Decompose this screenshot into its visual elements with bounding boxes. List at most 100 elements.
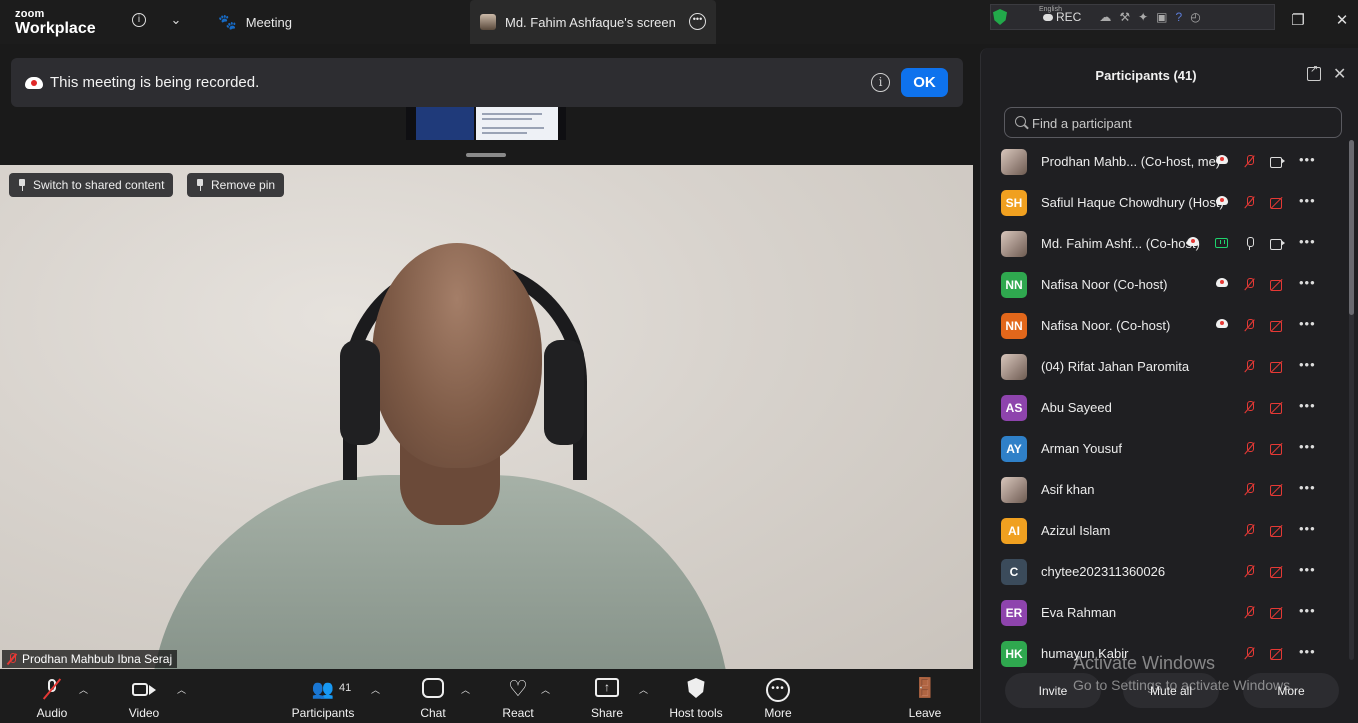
more-options-icon[interactable]: •••: [1299, 235, 1316, 248]
more-options-icon[interactable]: •••: [689, 13, 706, 30]
video-button[interactable]: Video: [122, 669, 166, 723]
participant-row[interactable]: Cchytee202311360026 •••: [1001, 551, 1331, 592]
participant-name: (04) Rifat Jahan Paromita: [1041, 359, 1190, 374]
recording-cloud-icon: [1216, 155, 1228, 164]
speaker-name-tag: Prodhan Mahbub Ibna Seraj: [2, 650, 178, 668]
avatar: C: [1001, 558, 1027, 585]
leave-button[interactable]: 🚪 Leave: [905, 669, 945, 723]
video-options-caret-icon[interactable]: ︿: [177, 683, 186, 696]
participant-row[interactable]: SH Safiul Haque Chowdhury (Host) •••: [1001, 182, 1331, 223]
more-options-icon[interactable]: •••: [1299, 276, 1316, 289]
mic-muted-icon: [1244, 606, 1256, 619]
shield-icon: [993, 9, 1007, 25]
ok-button[interactable]: OK: [901, 68, 948, 97]
more-options-icon[interactable]: •••: [1299, 358, 1316, 371]
panel-more-button[interactable]: More: [1243, 673, 1339, 708]
shield-icon: [687, 678, 705, 698]
chat-options-caret-icon[interactable]: ︿: [461, 683, 470, 696]
tab-shared-screen[interactable]: Md. Fahim Ashfaque's screen •••: [470, 0, 716, 44]
participants-button[interactable]: 👥 Participants: [288, 669, 358, 723]
mute-all-button[interactable]: Mute all: [1123, 673, 1219, 708]
participant-name: Nafisa Noor. (Co-host): [1041, 318, 1171, 333]
more-options-icon[interactable]: •••: [1299, 522, 1316, 535]
recording-cloud-icon: [1187, 237, 1199, 246]
participant-row[interactable]: AI Azizul Islam •••: [1001, 510, 1331, 551]
participants-count: 41: [339, 682, 352, 694]
participant-name: Abu Sayeed: [1041, 400, 1112, 415]
react-button[interactable]: ♡ React: [498, 669, 538, 723]
camera-off-icon: [1270, 444, 1285, 455]
share-options-caret-icon[interactable]: ︿: [639, 683, 648, 696]
participants-panel-footer: Invite Mute all More: [981, 673, 1358, 723]
camera-icon: [1270, 239, 1285, 250]
participant-list-scroll-thumb[interactable]: [1349, 140, 1354, 315]
more-button[interactable]: ••• More: [758, 669, 798, 723]
more-options-icon[interactable]: •••: [1299, 440, 1316, 453]
participant-row[interactable]: NN Nafisa Noor (Co-host) •••: [1001, 264, 1331, 305]
participant-name: Md. Fahim Ashf... (Co-host): [1041, 236, 1200, 251]
avatar: [480, 14, 496, 30]
participant-search[interactable]: [1004, 107, 1342, 138]
chevron-down-icon[interactable]: ⌄: [167, 11, 185, 29]
pinned-video[interactable]: [0, 165, 973, 669]
participant-row[interactable]: AY Arman Yousuf •••: [1001, 428, 1331, 469]
participant-row[interactable]: HK humayun Kabir •••: [1001, 633, 1331, 674]
participant-name: Nafisa Noor (Co-host): [1041, 277, 1168, 292]
mic-muted-icon: [1244, 278, 1256, 291]
more-options-icon[interactable]: •••: [1299, 604, 1316, 617]
camera-off-icon: [1270, 485, 1285, 496]
host-tools-button[interactable]: Host tools: [664, 669, 728, 723]
share-label: Share: [590, 706, 624, 720]
participant-row[interactable]: Md. Fahim Ashf... (Co-host) •••: [1001, 223, 1331, 264]
participants-options-caret-icon[interactable]: ︿: [371, 683, 380, 696]
more-options-icon[interactable]: •••: [1299, 153, 1316, 166]
close-icon[interactable]: ✕: [1333, 64, 1346, 84]
meeting-toolbar: Audio ︿ Video ︿ 👥 Participants 41 ︿ Chat: [0, 669, 980, 723]
mic-muted-icon: [1244, 401, 1256, 414]
audio-button[interactable]: Audio: [30, 669, 74, 723]
react-options-caret-icon[interactable]: ︿: [541, 683, 550, 696]
resize-drag-handle[interactable]: [466, 153, 506, 157]
camera-off-icon: [1270, 198, 1285, 209]
participant-list-scrollbar[interactable]: [1349, 140, 1354, 660]
sparkle-icon: ✦: [1138, 10, 1149, 24]
search-input[interactable]: [1032, 114, 1332, 132]
more-options-icon[interactable]: •••: [1299, 317, 1316, 330]
mic-muted-icon: [1244, 442, 1256, 455]
share-button[interactable]: ↑ Share: [587, 669, 627, 723]
participant-row[interactable]: ER Eva Rahman •••: [1001, 592, 1331, 633]
more-options-icon[interactable]: •••: [1299, 645, 1316, 658]
participant-row[interactable]: NN Nafisa Noor. (Co-host) •••: [1001, 305, 1331, 346]
pop-out-icon[interactable]: [1307, 64, 1321, 81]
zoom-meeting-window: zoom Workplace i ⌄ 🐾 Meeting Md. Fahim A…: [0, 0, 1358, 723]
more-options-icon[interactable]: •••: [1299, 563, 1316, 576]
switch-to-shared-content-button[interactable]: Switch to shared content: [9, 173, 174, 197]
participant-name: Eva Rahman: [1041, 605, 1117, 620]
speaker-name: Prodhan Mahbub Ibna Seraj: [22, 652, 173, 666]
close-window-icon[interactable]: ✕: [1333, 12, 1351, 30]
mic-muted-icon: [1244, 155, 1256, 168]
restore-window-icon[interactable]: ❐: [1289, 12, 1307, 30]
tab-meeting[interactable]: 🐾 Meeting: [218, 0, 292, 44]
mic-muted-icon: [1244, 319, 1256, 332]
more-options-icon[interactable]: •••: [1299, 481, 1316, 494]
participants-label: Participants: [291, 706, 355, 720]
paw-icon: 🐾: [218, 14, 237, 31]
shared-content-thumbnail[interactable]: [406, 107, 566, 140]
logo-line2: Workplace: [15, 20, 96, 37]
info-icon[interactable]: i: [871, 73, 890, 92]
audio-options-caret-icon[interactable]: ︿: [79, 683, 88, 696]
chat-button[interactable]: Chat: [413, 669, 453, 723]
participant-row[interactable]: AS Abu Sayeed •••: [1001, 387, 1331, 428]
react-label: React: [502, 706, 534, 720]
pin-icon: [18, 179, 26, 191]
participant-row[interactable]: (04) Rifat Jahan Paromita •••: [1001, 346, 1331, 387]
remove-pin-button[interactable]: Remove pin: [187, 173, 285, 197]
participant-row[interactable]: Asif khan •••: [1001, 469, 1331, 510]
more-options-icon[interactable]: •••: [1299, 194, 1316, 207]
pin-icon: [196, 179, 204, 191]
meeting-info-icon[interactable]: i: [130, 11, 148, 29]
invite-button[interactable]: Invite: [1005, 673, 1101, 708]
participant-row[interactable]: Prodhan Mahb... (Co-host, me) •••: [1001, 141, 1331, 182]
more-options-icon[interactable]: •••: [1299, 399, 1316, 412]
